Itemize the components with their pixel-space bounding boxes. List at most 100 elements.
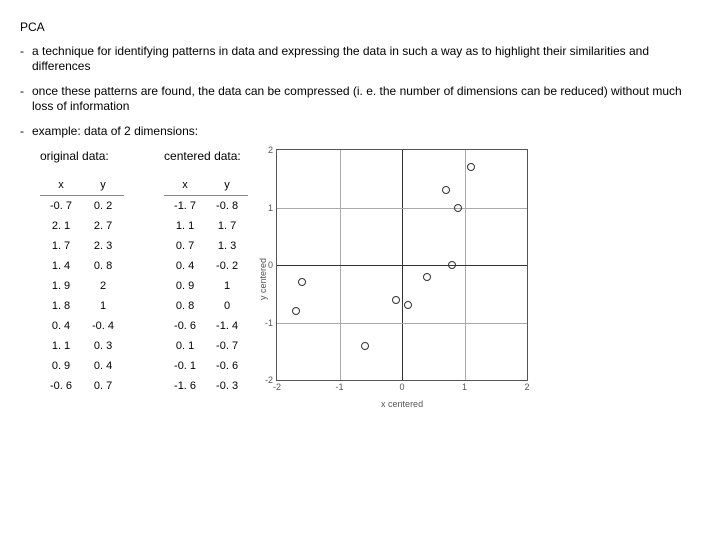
table-cell: 0. 9: [164, 276, 206, 296]
table-cell: 0. 2: [82, 196, 124, 217]
table-cell: 1. 7: [40, 236, 82, 256]
table-cell: 2: [82, 276, 124, 296]
table-row: 0. 4-0. 2: [164, 256, 248, 276]
data-point: [361, 342, 369, 350]
table-row: 2. 12. 7: [40, 216, 124, 236]
x-tick-label: 2: [525, 382, 530, 392]
table-row: -1. 6-0. 3: [164, 376, 248, 396]
table-cell: -0. 6: [40, 376, 82, 396]
table-cell: 1: [82, 296, 124, 316]
table-row: 0. 91: [164, 276, 248, 296]
table-row: -0. 6-1. 4: [164, 316, 248, 336]
page-title: PCA: [20, 20, 700, 34]
table-cell: 2. 3: [82, 236, 124, 256]
gridline-horizontal: [277, 208, 527, 209]
chart-wrap: y centered -2-1012-2-1012 x centered: [276, 149, 528, 409]
x-tick-label: -2: [273, 382, 281, 392]
table-cell: -0. 7: [206, 336, 248, 356]
data-point: [298, 278, 306, 286]
table-cell: 0: [206, 296, 248, 316]
table-cell: 2. 7: [82, 216, 124, 236]
data-point: [442, 186, 450, 194]
table-row: 1. 92: [40, 276, 124, 296]
table-cell: 0. 9: [40, 356, 82, 376]
data-point: [448, 261, 456, 269]
table-row: -0. 70. 2: [40, 196, 124, 217]
x-tick-label: 1: [462, 382, 467, 392]
bullet-item: a technique for identifying patterns in …: [20, 44, 700, 74]
table-row: 0. 90. 4: [40, 356, 124, 376]
centered-table: x y -1. 7-0. 81. 11. 70. 71. 30. 4-0. 20…: [164, 175, 248, 396]
table-cell: 0. 3: [82, 336, 124, 356]
data-point: [404, 301, 412, 309]
gridline-horizontal: [277, 323, 527, 324]
content-row: original data: x y -0. 70. 22. 12. 71. 7…: [20, 149, 700, 409]
table-row: -0. 60. 7: [40, 376, 124, 396]
table-row: 0. 80: [164, 296, 248, 316]
table-cell: 1. 1: [40, 336, 82, 356]
table-cell: 0. 4: [82, 356, 124, 376]
y-tick-label: -2: [265, 375, 273, 385]
table-cell: 0. 8: [82, 256, 124, 276]
chart-ylabel: y centered: [258, 258, 268, 300]
bullet-item: once these patterns are found, the data …: [20, 84, 700, 114]
chart-xlabel: x centered: [276, 399, 528, 409]
table-cell: 1. 8: [40, 296, 82, 316]
table-cell: 1. 3: [206, 236, 248, 256]
original-table-caption: original data:: [40, 149, 124, 163]
table-row: -0. 1-0. 6: [164, 356, 248, 376]
y-tick-label: 0: [268, 260, 273, 270]
table-cell: -0. 4: [82, 316, 124, 336]
scatter-chart: -2-1012-2-1012: [276, 149, 528, 381]
table-cell: -1. 4: [206, 316, 248, 336]
table-row: 1. 10. 3: [40, 336, 124, 356]
table-row: 0. 1-0. 7: [164, 336, 248, 356]
table-row: 1. 40. 8: [40, 256, 124, 276]
table-row: 1. 11. 7: [164, 216, 248, 236]
bullet-list: a technique for identifying patterns in …: [20, 44, 700, 139]
centered-table-block: centered data: x y -1. 7-0. 81. 11. 70. …: [164, 149, 248, 396]
table-cell: 1: [206, 276, 248, 296]
table-cell: 1. 9: [40, 276, 82, 296]
table-cell: -0. 8: [206, 196, 248, 217]
table-cell: -0. 7: [40, 196, 82, 217]
data-point: [292, 307, 300, 315]
table-cell: -0. 2: [206, 256, 248, 276]
col-header: y: [206, 175, 248, 196]
col-header: x: [164, 175, 206, 196]
x-tick-label: 0: [400, 382, 405, 392]
table-cell: -0. 3: [206, 376, 248, 396]
table-row: 1. 81: [40, 296, 124, 316]
table-row: 0. 71. 3: [164, 236, 248, 256]
table-cell: 0. 4: [164, 256, 206, 276]
table-cell: 0. 1: [164, 336, 206, 356]
table-cell: 1. 7: [206, 216, 248, 236]
centered-table-caption: centered data:: [164, 149, 248, 163]
bullet-item: example: data of 2 dimensions:: [20, 124, 700, 139]
y-tick-label: 2: [268, 145, 273, 155]
x-tick-label: -1: [336, 382, 344, 392]
table-row: 1. 72. 3: [40, 236, 124, 256]
table-cell: -0. 6: [164, 316, 206, 336]
table-cell: 0. 4: [40, 316, 82, 336]
data-point: [467, 163, 475, 171]
table-cell: -0. 1: [164, 356, 206, 376]
y-tick-label: -1: [265, 318, 273, 328]
table-cell: 2. 1: [40, 216, 82, 236]
y-tick-label: 1: [268, 203, 273, 213]
table-row: -1. 7-0. 8: [164, 196, 248, 217]
data-point: [392, 296, 400, 304]
gridline-horizontal: [277, 265, 527, 266]
table-cell: 0. 7: [164, 236, 206, 256]
data-point: [454, 204, 462, 212]
original-table-block: original data: x y -0. 70. 22. 12. 71. 7…: [40, 149, 124, 396]
table-cell: 0. 8: [164, 296, 206, 316]
col-header: y: [82, 175, 124, 196]
table-cell: 1. 1: [164, 216, 206, 236]
original-table: x y -0. 70. 22. 12. 71. 72. 31. 40. 81. …: [40, 175, 124, 396]
table-cell: -0. 6: [206, 356, 248, 376]
table-cell: 0. 7: [82, 376, 124, 396]
data-point: [423, 273, 431, 281]
table-row: 0. 4-0. 4: [40, 316, 124, 336]
table-cell: -1. 7: [164, 196, 206, 217]
